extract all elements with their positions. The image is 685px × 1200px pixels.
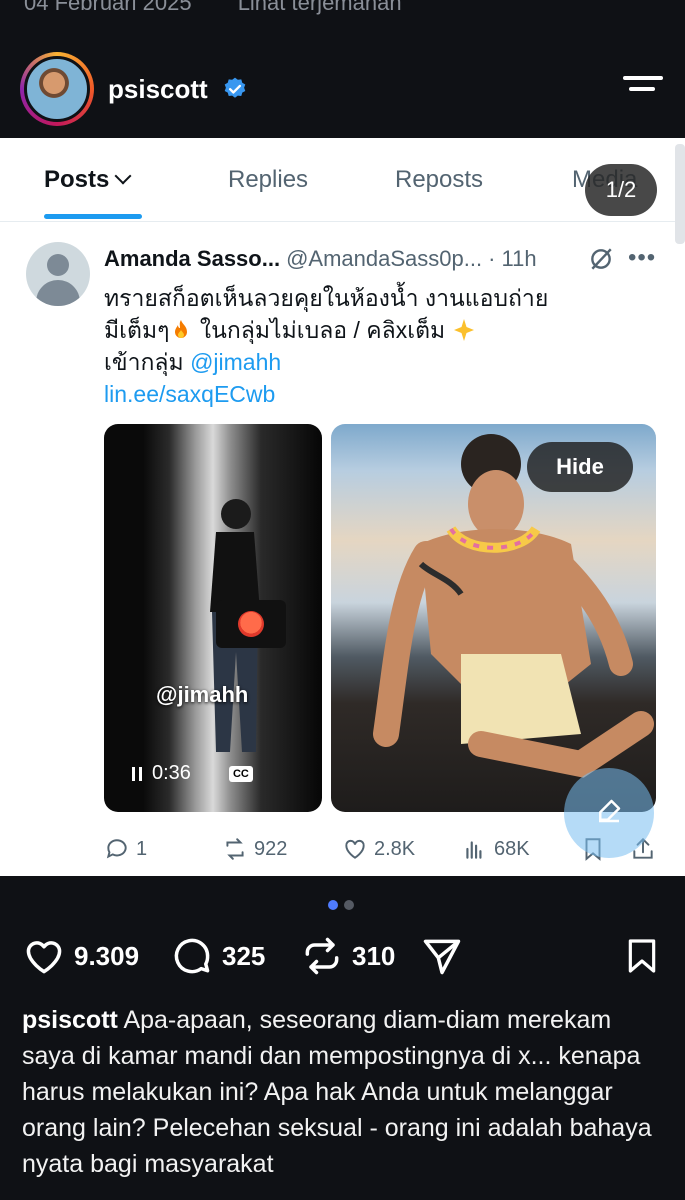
- repost-action[interactable]: 922: [222, 836, 287, 862]
- censor-sticker: [216, 600, 286, 648]
- post-actions-bar: 9.309 325 310: [22, 934, 662, 984]
- heart-icon: [26, 941, 62, 974]
- carousel-page-counter: 1/2: [585, 164, 657, 216]
- embedded-screenshot: Posts Replies Reposts Media 1/2 Amanda S…: [0, 138, 685, 876]
- video-watermark: @jimahh: [156, 682, 249, 707]
- more-options-icon[interactable]: •••: [628, 244, 656, 272]
- angry-face-emoji-icon: [238, 611, 264, 637]
- video-time: 0:36: [152, 762, 191, 784]
- repost-button[interactable]: 310: [300, 934, 395, 978]
- closed-captions-icon[interactable]: CC: [228, 765, 253, 782]
- send-icon[interactable]: [420, 934, 464, 978]
- tweet-line-1: ทรายสก็อตเห็นลวยคุยในห้องน้ำ งานแอบถ่าย: [104, 285, 549, 311]
- compose-fab-button[interactable]: [564, 768, 654, 858]
- tweet-mention-link[interactable]: @jimahh: [190, 349, 281, 375]
- fire-emoji-icon: [175, 320, 188, 338]
- tweet-header: Amanda Sasso... @AmandaSass0p... · 11h: [104, 246, 537, 272]
- active-tab-indicator: [44, 214, 142, 219]
- shares-count: 310: [352, 940, 396, 971]
- pause-icon[interactable]: [132, 766, 142, 781]
- tweet-author-avatar[interactable]: [26, 242, 90, 306]
- tab-posts[interactable]: Posts: [44, 166, 132, 194]
- comment-button[interactable]: 325: [170, 934, 265, 978]
- tweet-line-3: เข้ากลุ่ม @jimahh: [104, 349, 282, 375]
- grok-icon[interactable]: [588, 246, 614, 272]
- post-date: 04 Februari 2025: [24, 0, 192, 15]
- post-caption: psiscott Apa-apaan, seseorang diam-diam …: [22, 1002, 667, 1182]
- video-controls: 0:36 CC: [132, 762, 253, 785]
- views-chart-icon: [466, 841, 482, 859]
- verified-badge-icon: [224, 77, 246, 98]
- comments-count: 325: [222, 940, 266, 971]
- tweet-author-handle[interactable]: @AmandaSass0p...: [286, 246, 482, 271]
- like-button[interactable]: 9.309: [22, 934, 139, 978]
- scrollbar[interactable]: [675, 144, 685, 244]
- like-action[interactable]: 2.8K: [342, 836, 415, 862]
- video-thumbnail[interactable]: @jimahh 0:36 CC: [104, 424, 322, 812]
- see-translation-link[interactable]: Lihat terjemahan: [238, 0, 402, 15]
- profile-tabs: Posts Replies Reposts Media: [0, 138, 685, 222]
- carousel-dot: [344, 900, 354, 910]
- tweet-url-link[interactable]: lin.ee/saxqECwb: [104, 378, 644, 410]
- cut-top-meta: 04 Februari 2025 Lihat terjemahan: [24, 0, 442, 16]
- carousel-dot-active: [328, 900, 338, 910]
- reply-action[interactable]: 1: [104, 836, 147, 862]
- tweet-text: ทรายสก็อตเห็นลวยคุยในห้องน้ำ งานแอบถ่าย …: [104, 282, 644, 410]
- tweet-line-2: มีเต็มๆ ในกลุ่มไม่เบลอ / คลิxเต็ม: [104, 314, 644, 346]
- carousel-dots: [328, 900, 354, 910]
- photo-thumbnail[interactable]: Hide: [331, 424, 656, 812]
- tweet-author-name[interactable]: Amanda Sasso...: [104, 246, 280, 271]
- compose-icon: [599, 799, 621, 823]
- tweet-time: · 11h: [488, 246, 537, 271]
- tab-reposts[interactable]: Reposts: [395, 166, 483, 194]
- caption-username[interactable]: psiscott: [22, 1006, 118, 1034]
- reply-icon: [106, 839, 127, 859]
- views-action[interactable]: 68K: [462, 836, 530, 862]
- likes-count: 9.309: [74, 940, 140, 971]
- profile-username[interactable]: psiscott: [108, 74, 208, 105]
- chevron-down-icon: [114, 167, 132, 185]
- repost-icon: [226, 838, 244, 860]
- sparkle-emoji-icon: [453, 319, 474, 341]
- repost-arrows-icon: [305, 937, 339, 975]
- tab-replies[interactable]: Replies: [228, 166, 308, 194]
- post-header: psiscott: [0, 48, 685, 138]
- save-bookmark-icon[interactable]: [622, 934, 662, 978]
- comment-icon: [174, 938, 210, 974]
- like-heart-icon: [345, 839, 365, 859]
- hide-button[interactable]: Hide: [527, 442, 633, 492]
- profile-avatar[interactable]: [20, 52, 94, 126]
- menu-icon[interactable]: [623, 76, 663, 100]
